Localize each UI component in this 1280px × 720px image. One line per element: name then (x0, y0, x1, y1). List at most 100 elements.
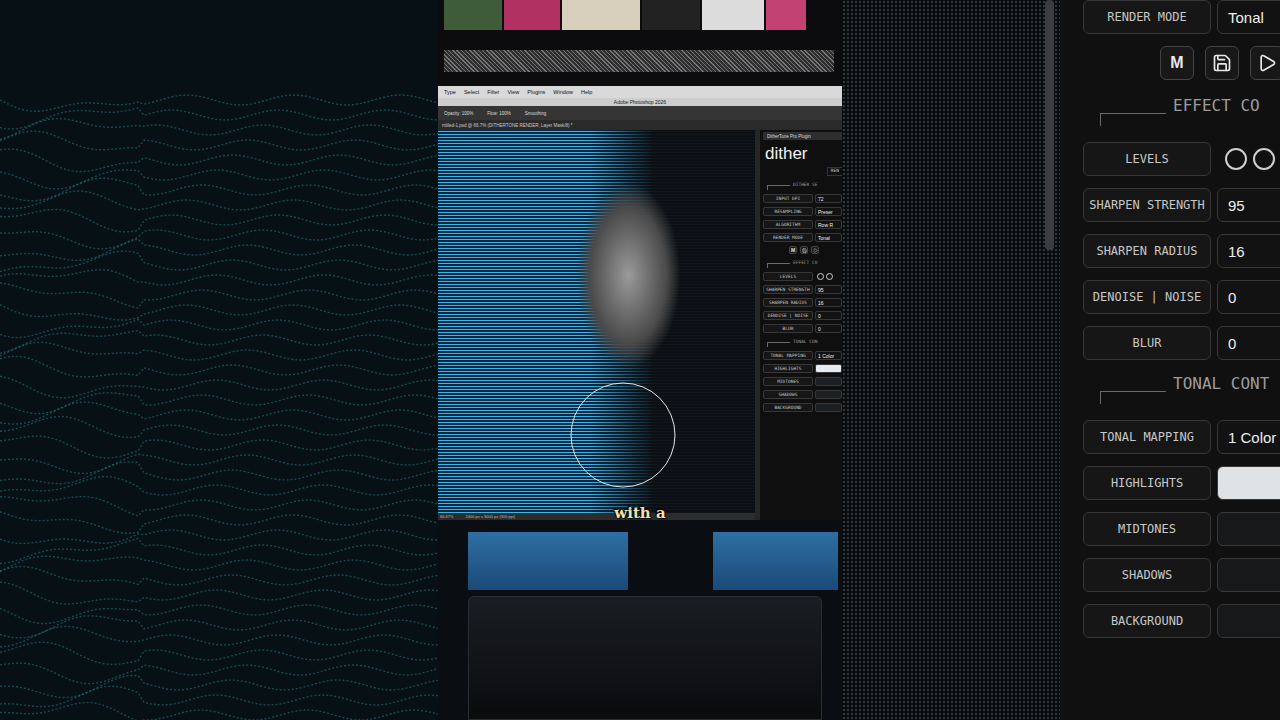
scrollbar[interactable] (1045, 0, 1054, 250)
status-item: 2400 px x 3000 px (300 ppi) (466, 514, 516, 519)
bracket-line (767, 185, 790, 190)
brush-cursor-icon (568, 380, 678, 490)
color-swatch[interactable] (1217, 512, 1280, 546)
setting-label: RENDER MODE (763, 233, 813, 242)
setting-row: TONAL MAPPING1 Color (763, 351, 842, 360)
setting-label: MIDTONES (763, 377, 813, 386)
setting-value[interactable]: 0 (815, 311, 842, 320)
setting-value[interactable]: Row R (815, 220, 842, 229)
monitor-photo: TypeSelectFilterViewPluginsWindowHelpAdo… (438, 0, 842, 720)
setting-value[interactable]: 1 Color (815, 351, 842, 360)
section-title: EFFECT CO (1173, 96, 1260, 115)
option-item[interactable]: Smoothing (525, 111, 547, 116)
setting-value[interactable]: 0 (1217, 326, 1280, 360)
menu-item[interactable]: Select (464, 89, 479, 95)
play-button[interactable] (811, 246, 819, 254)
setting-row: TONAL MAPPING1 Color (1083, 420, 1280, 454)
menu-item[interactable]: Window (553, 89, 573, 95)
play-icon (1257, 53, 1277, 73)
setting-value[interactable]: Tonal (1217, 0, 1280, 34)
setting-row: RESAMPLINGPreser (763, 207, 842, 216)
color-swatch[interactable] (815, 403, 842, 412)
menu-item[interactable]: Help (581, 89, 592, 95)
setting-label: SHARPEN STRENGTH (763, 285, 813, 294)
laptop (468, 596, 822, 720)
save-button[interactable] (800, 246, 808, 254)
setting-label: SHARPEN RADIUS (1083, 234, 1211, 268)
setting-row: BACKGROUND (1083, 604, 1280, 638)
setting-label: TONAL MAPPING (1083, 420, 1211, 454)
save-button[interactable] (1205, 46, 1239, 80)
setting-row: SHADOWS (1083, 558, 1280, 592)
level-knob[interactable] (826, 273, 833, 280)
option-item[interactable]: Opacity: 100% (444, 111, 473, 116)
desk-area (438, 520, 842, 720)
save-icon (802, 248, 807, 253)
setting-value[interactable]: 1 Color (1217, 420, 1280, 454)
setting-label: LEVELS (1083, 142, 1211, 176)
menu-item[interactable]: Type (444, 89, 456, 95)
dither-strip (842, 0, 1060, 720)
color-swatch[interactable] (815, 377, 842, 386)
zoomed-panel-view: RENDER MODETonalMEFFECT COLEVELSSHARPEN … (842, 0, 1280, 720)
plugin-tab[interactable]: DitherTone Pro Plugin (763, 132, 842, 140)
level-knob[interactable] (1225, 148, 1247, 170)
setting-label: DENOISE | NOISE (1083, 280, 1211, 314)
setting-label: RESAMPLING (763, 207, 813, 216)
color-swatch[interactable] (1217, 604, 1280, 638)
menu-item[interactable]: Filter (487, 89, 499, 95)
setting-value[interactable]: 16 (815, 298, 842, 307)
section-header: EFFECT CO (1100, 96, 1280, 126)
plugin-subtitle: REN (827, 167, 842, 176)
m-button[interactable]: M (1160, 46, 1194, 80)
setting-label: ALGORITHM (763, 220, 813, 229)
canvas-area: 66.67% 2400 px x 3000 px (300 ppi) (438, 130, 755, 520)
setting-label: SHARPEN RADIUS (763, 298, 813, 307)
setting-row: BACKGROUND (763, 403, 842, 412)
setting-value[interactable]: 95 (1217, 188, 1280, 222)
document-tab[interactable]: ntitled-1.psd @ 66.7% (DITHERTONE RENDER… (438, 120, 842, 130)
left-backdrop (0, 0, 438, 720)
setting-value[interactable]: 16 (1217, 234, 1280, 268)
color-swatch[interactable] (815, 364, 842, 373)
color-swatch[interactable] (815, 390, 842, 399)
books (438, 0, 842, 30)
levels-toggle[interactable] (1217, 142, 1275, 176)
section-title: EFFECT CO (793, 260, 817, 265)
setting-label: SHADOWS (1083, 558, 1211, 592)
color-swatch[interactable] (1217, 558, 1280, 592)
level-knob[interactable] (817, 273, 824, 280)
setting-value[interactable]: Tonal (815, 233, 842, 242)
preset-buttons: M (1160, 46, 1280, 80)
level-knob[interactable] (1253, 148, 1275, 170)
section-header: TONAL CON (767, 339, 842, 347)
setting-label: BACKGROUND (1083, 604, 1211, 638)
setting-value[interactable]: Preser (815, 207, 842, 216)
menu-item[interactable]: View (507, 89, 519, 95)
screen (713, 532, 838, 590)
color-swatch[interactable] (1217, 466, 1280, 500)
option-item[interactable]: Flow: 100% (487, 111, 511, 116)
setting-label: SHARPEN STRENGTH (1083, 188, 1211, 222)
setting-value[interactable]: 0 (1217, 280, 1280, 314)
save-icon (1212, 53, 1232, 73)
setting-row: LEVELS (763, 272, 842, 281)
setting-label: TONAL MAPPING (763, 351, 813, 360)
setting-value[interactable]: 0 (815, 324, 842, 333)
section-header: TONAL CONT (1100, 374, 1280, 404)
play-icon (813, 248, 818, 253)
levels-toggle[interactable] (815, 272, 833, 281)
book (562, 0, 640, 30)
setting-value[interactable]: 95 (815, 285, 842, 294)
setting-row: LEVELS (1083, 142, 1280, 176)
setting-row: MIDTONES (1083, 512, 1280, 546)
m-button[interactable]: M (789, 246, 797, 254)
canvas-image[interactable] (438, 130, 755, 513)
setting-row: RENDER MODETonal (763, 233, 842, 242)
play-button[interactable] (1250, 46, 1280, 80)
setting-value[interactable]: 72 (815, 194, 842, 203)
setting-row: DENOISE | NOISE0 (763, 311, 842, 320)
bracket-line (1100, 113, 1166, 126)
status-item: 66.67% (440, 514, 454, 519)
menu-item[interactable]: Plugins (527, 89, 545, 95)
